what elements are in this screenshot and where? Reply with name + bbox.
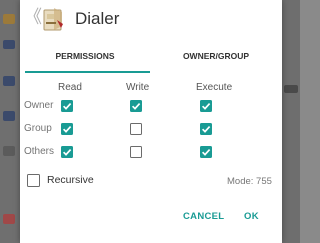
column-header-execute: Execute: [196, 82, 233, 93]
background-right-panel: [282, 0, 300, 243]
bg-icon: [3, 111, 15, 121]
ok-button[interactable]: OK: [244, 211, 259, 222]
bg-icon: [284, 85, 298, 93]
permissions-dialog: 《 Dialer PERMISSIONS OWNER/GROUP Read Wr…: [20, 0, 282, 243]
bg-icon: [3, 40, 15, 49]
checkbox-owner-write[interactable]: [130, 100, 142, 112]
bg-icon: [3, 146, 15, 156]
tab-bar: PERMISSIONS OWNER/GROUP: [20, 40, 282, 74]
row-label-owner: Owner: [24, 100, 54, 111]
row-label-others: Others: [24, 146, 55, 157]
tab-permissions[interactable]: PERMISSIONS: [20, 40, 150, 74]
dialog-title: Dialer: [75, 9, 120, 28]
column-header-read: Read: [58, 82, 82, 93]
active-tab-indicator: [25, 71, 150, 73]
dialog-header: 《 Dialer: [20, 0, 282, 40]
chevron-left-double-icon[interactable]: 《: [24, 7, 42, 27]
checkbox-owner-execute[interactable]: [200, 100, 212, 112]
bg-icon: [3, 76, 15, 86]
tab-owner-group[interactable]: OWNER/GROUP: [150, 40, 282, 74]
column-header-write: Write: [126, 82, 150, 93]
cancel-button[interactable]: CANCEL: [183, 211, 224, 222]
checkbox-others-read[interactable]: [61, 146, 73, 158]
row-label-group: Group: [24, 123, 52, 134]
checkbox-group-execute[interactable]: [200, 123, 212, 135]
mode-value: Mode: 755: [227, 176, 272, 187]
checkbox-group-write[interactable]: [130, 123, 142, 135]
recursive-label: Recursive: [47, 174, 94, 186]
checkbox-others-execute[interactable]: [200, 146, 212, 158]
bg-icon: [3, 14, 15, 24]
background-left-panel: [0, 0, 20, 243]
recursive-checkbox[interactable]: [27, 174, 40, 187]
checkbox-owner-read[interactable]: [61, 100, 73, 112]
checkbox-others-write[interactable]: [130, 146, 142, 158]
dialer-app-icon: [42, 6, 66, 32]
checkbox-group-read[interactable]: [61, 123, 73, 135]
bg-icon: [3, 214, 15, 224]
